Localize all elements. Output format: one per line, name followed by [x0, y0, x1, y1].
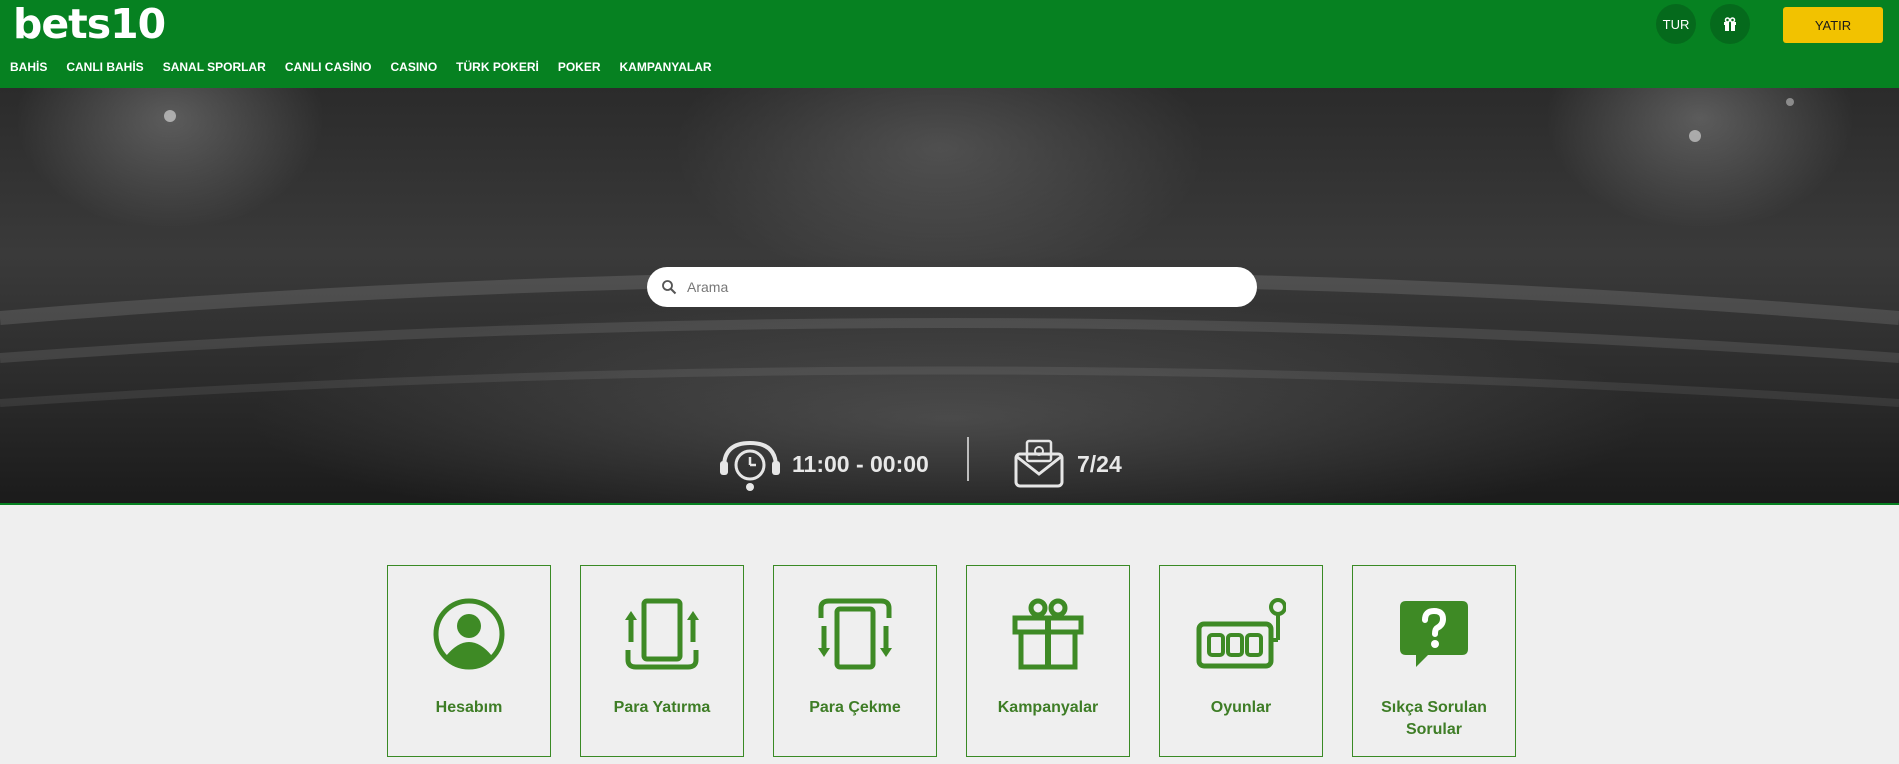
- slot-machine-icon: [1196, 598, 1286, 669]
- card-hesabim[interactable]: Hesabım: [387, 565, 551, 757]
- support-hours-text: 11:00 - 00:00: [792, 450, 929, 477]
- card-label: Hesabım: [435, 699, 503, 716]
- language-button[interactable]: TUR: [1656, 4, 1696, 44]
- user-icon: [433, 598, 505, 670]
- nav-item-canli-casino[interactable]: CANLI CASİNO: [285, 60, 372, 74]
- nav-item-turk-pokeri[interactable]: TÜRK POKERİ: [456, 60, 539, 74]
- hero-banner: [0, 88, 1899, 504]
- search-icon: [662, 280, 677, 295]
- deposit-icon: [625, 598, 699, 670]
- nav-item-bahis[interactable]: BAHİS: [10, 60, 47, 74]
- search-input[interactable]: [687, 279, 1227, 295]
- support-mail: 7/24: [1013, 437, 1122, 491]
- card-sss[interactable]: Sıkça Sorulan Sorular: [1352, 565, 1516, 757]
- withdraw-icon: [818, 598, 892, 670]
- support-divider: [967, 437, 969, 481]
- card-para-yatirma[interactable]: Para Yatırma: [580, 565, 744, 757]
- card-label: Oyunlar: [1210, 699, 1272, 716]
- card-oyunlar[interactable]: Oyunlar: [1159, 565, 1323, 757]
- nav-item-poker[interactable]: POKER: [558, 60, 601, 74]
- deposit-button[interactable]: YATIR: [1783, 7, 1883, 43]
- site-logo[interactable]: bets10: [13, 0, 166, 48]
- quick-links: Hesabım Para Yatırma Para Çekme Kampanya…: [387, 565, 1516, 757]
- card-label: Sıkça Sorulan Sorular: [1381, 699, 1487, 738]
- hero-divider-line: [0, 503, 1899, 505]
- nav-item-casino[interactable]: CASINO: [390, 60, 437, 74]
- gift-icon: [1724, 17, 1736, 31]
- card-label: Para Çekme: [809, 699, 901, 716]
- card-label: Para Yatırma: [613, 699, 711, 716]
- gift-button[interactable]: [1710, 4, 1750, 44]
- search-bar[interactable]: [647, 267, 1257, 307]
- nav-item-kampanyalar[interactable]: KAMPANYALAR: [620, 60, 712, 74]
- support-mail-text: 7/24: [1077, 450, 1122, 477]
- gift-box-icon: [1012, 598, 1084, 670]
- mail-icon: [1014, 439, 1064, 488]
- main-nav: BAHİS CANLI BAHİS SANAL SPORLAR CANLI CA…: [10, 60, 731, 74]
- card-label: Kampanyalar: [997, 699, 1099, 716]
- faq-icon: [1400, 601, 1468, 667]
- card-para-cekme[interactable]: Para Çekme: [773, 565, 937, 757]
- nav-item-sanal-sporlar[interactable]: SANAL SPORLAR: [163, 60, 266, 74]
- nav-item-canli-bahis[interactable]: CANLI BAHİS: [66, 60, 143, 74]
- support-hours: 11:00 - 00:00: [718, 437, 929, 491]
- headset-clock-icon: [720, 440, 780, 491]
- card-kampanyalar[interactable]: Kampanyalar: [966, 565, 1130, 757]
- top-header: bets10 BAHİS CANLI BAHİS SANAL SPORLAR C…: [0, 0, 1899, 88]
